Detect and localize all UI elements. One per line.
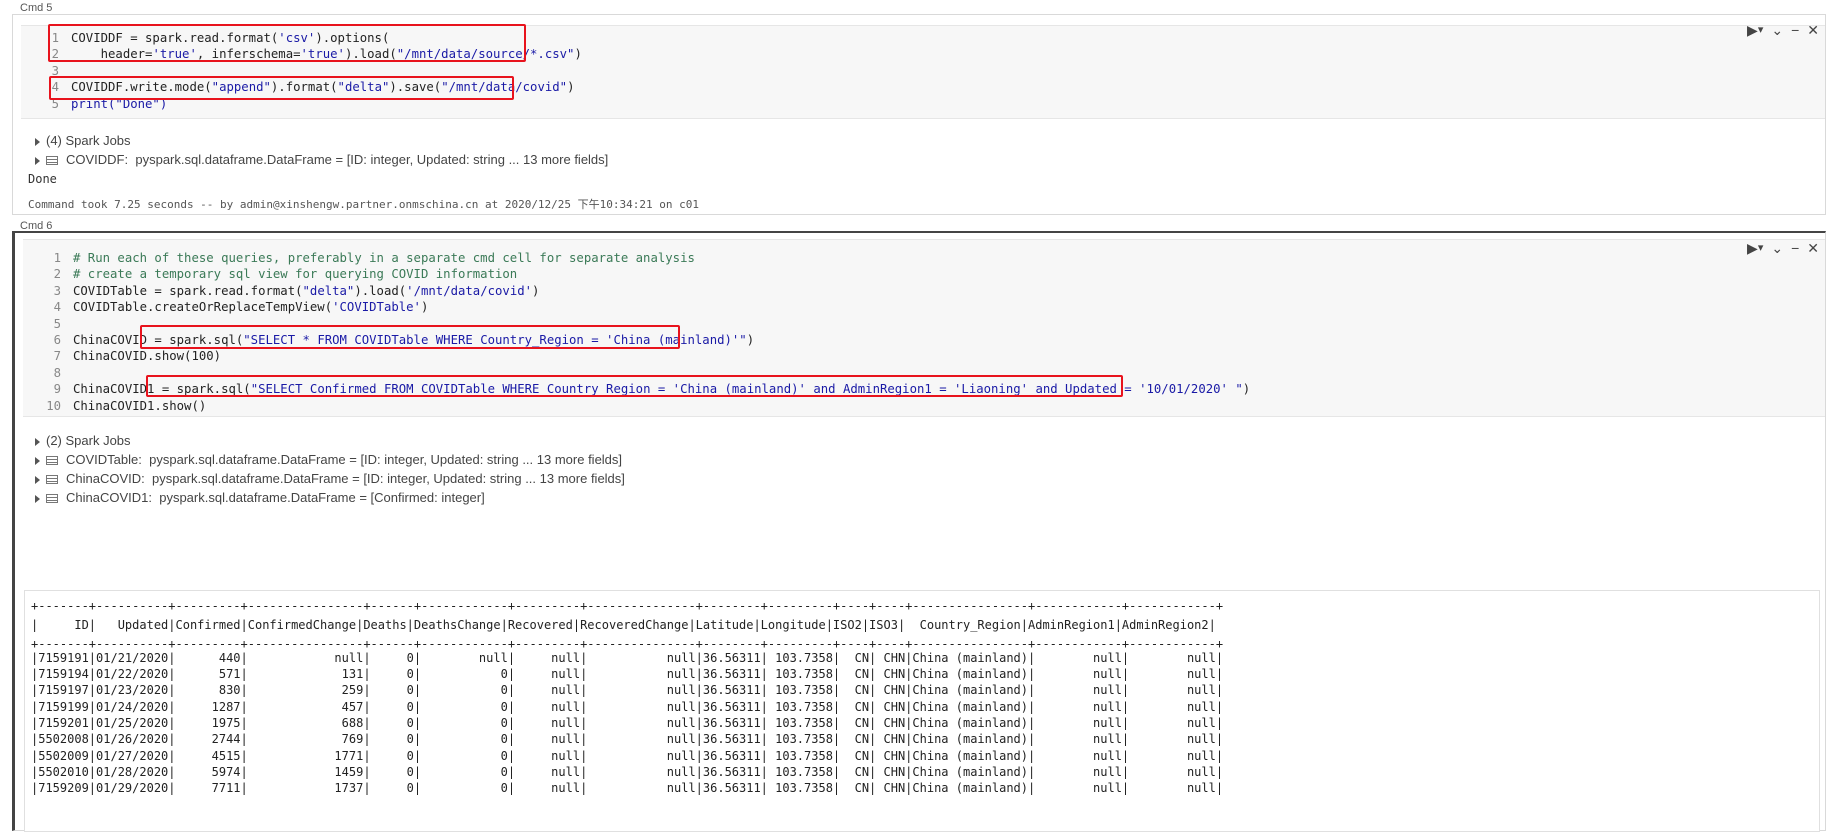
cmd6-spark-jobs-toggle[interactable]: (2) Spark Jobs [35, 433, 131, 448]
expand-triangle-icon [35, 475, 40, 484]
run-cell-icon[interactable]: ▶ [1747, 23, 1758, 37]
dataframe-name: ChinaCOVID1: [66, 490, 152, 505]
table-icon [46, 156, 58, 166]
code-text: COVIDTable = spark.read.format("delta").… [73, 283, 540, 298]
code-text: COVIDTable.createOrReplaceTempView('COVI… [73, 300, 429, 315]
cmd6-dataframe-row[interactable]: ChinaCOVID1: pyspark.sql.dataframe.DataF… [35, 490, 485, 505]
dataframe-name: COVIDDF: [66, 152, 129, 167]
dataframe-type: pyspark.sql.dataframe.DataFrame = [Confi… [159, 490, 485, 505]
cmd5-command-took: Command took 7.25 seconds -- by admin@xi… [28, 198, 700, 211]
code-text: ChinaCOVID1.show() [73, 398, 207, 413]
table-icon [46, 456, 58, 466]
run-menu-chevron-icon[interactable]: ▾ [1758, 241, 1764, 255]
cmd5-dataframe-row[interactable]: COVIDDF: pyspark.sql.dataframe.DataFrame… [35, 152, 608, 167]
dataframe-name: ChinaCOVID: [66, 471, 145, 486]
table-icon [46, 494, 58, 504]
annotation-box [49, 76, 514, 100]
annotation-box [140, 325, 680, 349]
collapse-chevron-icon[interactable]: ⌄ [1771, 241, 1783, 255]
expand-triangle-icon [35, 456, 40, 465]
code-line[interactable]: 4 COVIDTable.createOrReplaceTempView('COV… [23, 298, 429, 317]
expand-triangle-icon [35, 437, 40, 446]
cmd5-toolbar: ▶ ▾ ⌄ − ✕ [1747, 23, 1819, 37]
expand-triangle-icon [35, 137, 40, 146]
table-header-row: | ID| Updated|Confirmed|ConfirmedChange|… [31, 618, 1216, 632]
expand-triangle-icon [35, 156, 40, 165]
spark-jobs-label: (4) Spark Jobs [46, 133, 131, 148]
table-separator: +-------+----------+---------+----------… [31, 599, 1224, 613]
expand-triangle-icon [35, 494, 40, 503]
collapse-chevron-icon[interactable]: ⌄ [1771, 23, 1783, 37]
dataframe-type: pyspark.sql.dataframe.DataFrame = [ID: i… [149, 452, 623, 467]
cmd6-dataframe-row[interactable]: ChinaCOVID: pyspark.sql.dataframe.DataFr… [35, 471, 625, 486]
table-row: |7159209|01/29/2020| 7711| 1737| 0| 0| n… [31, 781, 1224, 795]
minimize-icon[interactable]: − [1791, 23, 1799, 37]
spark-jobs-label: (2) Spark Jobs [46, 433, 131, 448]
cmd5-spark-jobs-toggle[interactable]: (4) Spark Jobs [35, 133, 131, 148]
run-cell-icon[interactable]: ▶ [1747, 241, 1758, 255]
code-text: # Run each of these queries, preferably … [73, 251, 695, 265]
annotation-box [48, 24, 526, 62]
show-output-panel[interactable]: +-------+----------+---------+----------… [24, 590, 1820, 832]
dataframe-type: pyspark.sql.dataframe.DataFrame = [ID: i… [135, 152, 609, 167]
close-icon[interactable]: ✕ [1807, 23, 1819, 37]
cmd6-toolbar: ▶ ▾ ⌄ − ✕ [1747, 241, 1819, 255]
code-text: ChinaCOVID.show(100) [73, 349, 222, 364]
line-number: 10 [46, 398, 61, 413]
cmd6-dataframe-row[interactable]: COVIDTable: pyspark.sql.dataframe.DataFr… [35, 452, 622, 467]
dataframe-type: pyspark.sql.dataframe.DataFrame = [ID: i… [151, 471, 625, 486]
code-line[interactable]: 10 ChinaCOVID1.show() [23, 397, 206, 416]
close-icon[interactable]: ✕ [1807, 241, 1819, 255]
run-menu-chevron-icon[interactable]: ▾ [1758, 23, 1764, 37]
table-icon [46, 475, 58, 485]
minimize-icon[interactable]: − [1791, 241, 1799, 255]
dataframe-name: COVIDTable: [66, 452, 142, 467]
cmd5-output-text: Done [28, 172, 57, 186]
annotation-box [146, 375, 1123, 397]
code-text: # create a temporary sql view for queryi… [73, 267, 518, 282]
cmd5-label: Cmd 5 [20, 2, 53, 14]
